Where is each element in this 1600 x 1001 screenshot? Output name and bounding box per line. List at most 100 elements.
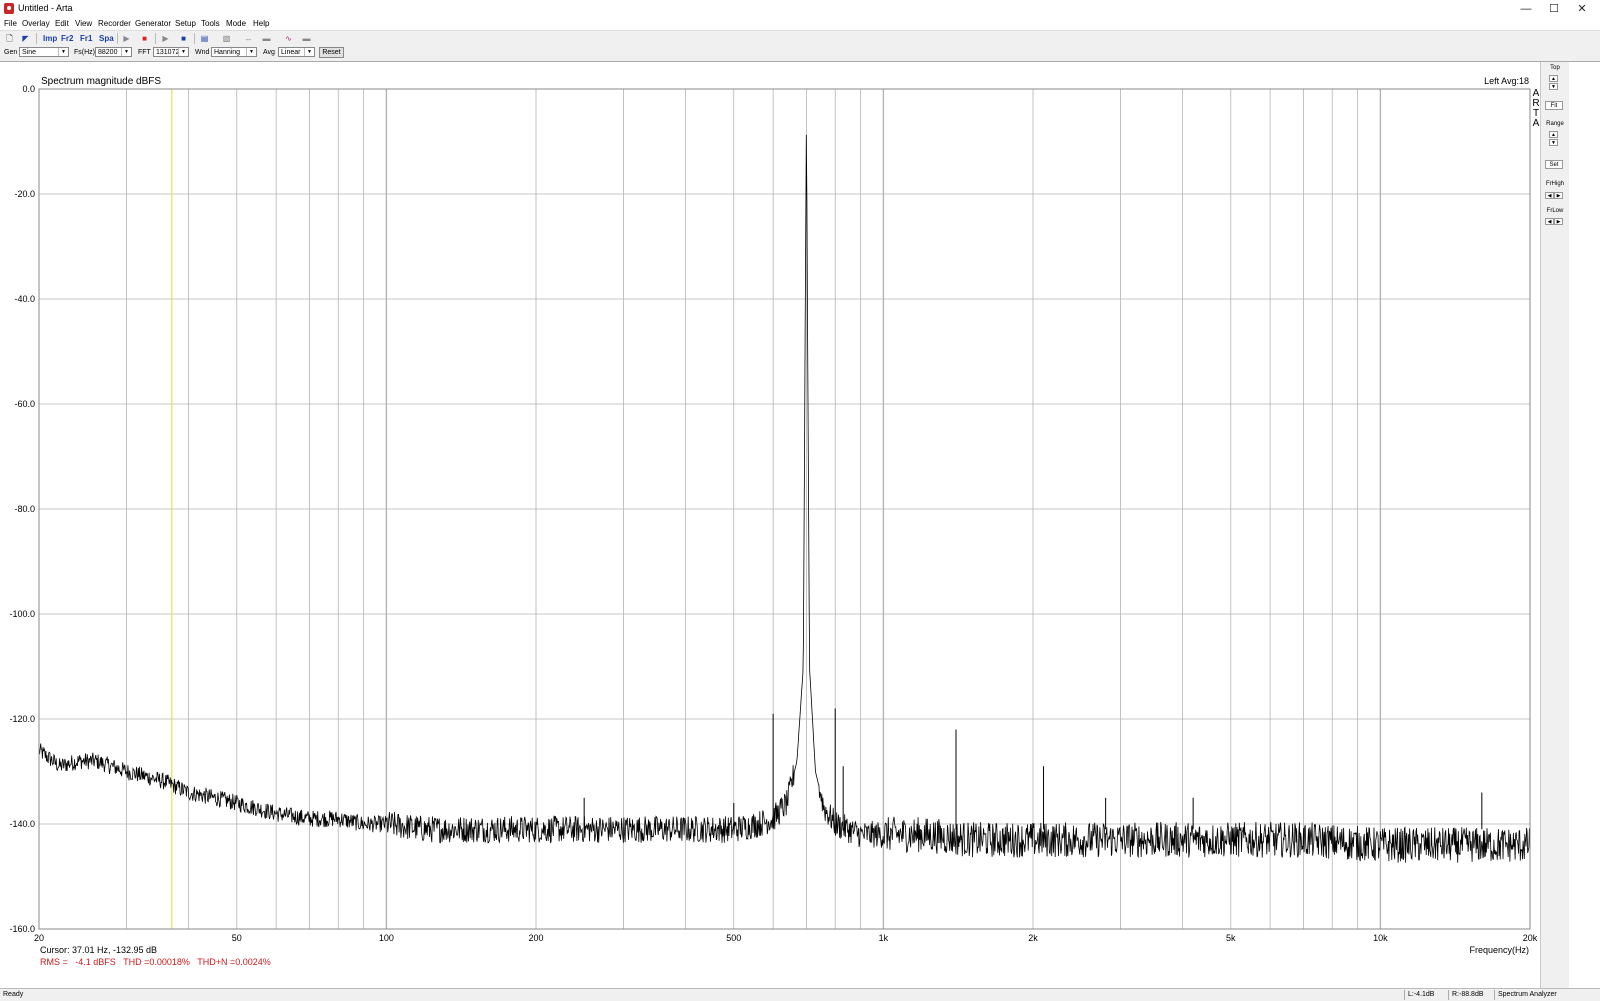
- frhigh-right-arrow-icon[interactable]: ▶: [1554, 192, 1563, 199]
- top-label: Top: [1550, 65, 1560, 71]
- x-tick-label: 100: [379, 933, 394, 943]
- gen-select[interactable]: Sine ▼: [19, 47, 69, 57]
- thd-readout: RMS = -4.1 dBFS THD =0.00018% THD+N =0.0…: [40, 957, 271, 967]
- new-file-icon[interactable]: 🗋: [4, 33, 15, 44]
- record-stop-icon[interactable]: ■: [139, 33, 150, 44]
- close-button[interactable]: ✕: [1568, 0, 1596, 18]
- fr1-mode-button[interactable]: Fr1: [80, 33, 92, 44]
- fs-select-value: 88200: [98, 49, 118, 56]
- fs-label: Fs(Hz): [74, 49, 95, 56]
- toolbar-separator: [194, 33, 195, 44]
- range-up-arrow-icon[interactable]: ▲: [1549, 131, 1558, 138]
- reset-button[interactable]: Reset: [319, 47, 344, 58]
- x-axis-title: Frequency(Hz): [1469, 945, 1529, 955]
- frlow-right-arrow-icon[interactable]: ▶: [1554, 218, 1563, 225]
- y-tick-label: -80.0: [14, 504, 35, 514]
- window-select[interactable]: Hanning ▼: [211, 47, 257, 57]
- spa-mode-button[interactable]: Spa: [99, 33, 114, 44]
- arta-app-icon: [4, 3, 14, 14]
- y-tick-label: -160.0: [9, 924, 35, 934]
- y-tick-label: -120.0: [9, 714, 35, 724]
- x-tick-label: 1k: [879, 933, 889, 943]
- settings-toolbar: Gen Sine ▼ Fs(Hz) 88200 ▼ FFT 131072 ▼ W…: [0, 45, 1600, 62]
- title-bar: Untitled - Arta — ☐ ✕: [0, 0, 1600, 19]
- menu-generator[interactable]: Generator: [135, 19, 171, 28]
- menu-overlay[interactable]: Overlay: [22, 19, 50, 28]
- x-tick-label: 20k: [1523, 933, 1538, 943]
- arta-brand-letter: A: [1533, 118, 1540, 129]
- menu-edit[interactable]: Edit: [55, 19, 69, 28]
- y-tick-label: -60.0: [14, 399, 35, 409]
- gen-select-value: Sine: [22, 49, 37, 56]
- dropdown-arrow-icon: ▼: [246, 48, 256, 56]
- menu-recorder[interactable]: Recorder: [98, 19, 131, 28]
- avg-label: Avg: [263, 49, 275, 56]
- x-tick-label: 2k: [1028, 933, 1038, 943]
- gen-label: Gen: [4, 49, 18, 56]
- avg-select[interactable]: Linear ▼: [278, 47, 315, 57]
- top-down-arrow-icon[interactable]: ▼: [1549, 83, 1558, 90]
- frhigh-left-arrow-icon[interactable]: ◀: [1545, 192, 1554, 199]
- printer-icon[interactable]: ▬: [301, 33, 312, 44]
- toolbar-separator: [155, 33, 156, 44]
- spectrum-plot-area[interactable]: 0.0 -20.0 -40.0 -60.0 -80.0 -100.0 -120.0 -140.…: [0, 62, 1540, 988]
- menu-setup[interactable]: Setup: [175, 19, 196, 28]
- fit-button[interactable]: Fit: [1545, 101, 1563, 110]
- menu-mode[interactable]: Mode: [226, 19, 246, 28]
- y-tick-label: -100.0: [9, 609, 35, 619]
- cursor-readout: Cursor: 37.01 Hz, -132.95 dB: [40, 945, 157, 955]
- fs-select[interactable]: 88200 ▼: [95, 47, 132, 57]
- imp-mode-button[interactable]: Imp: [43, 33, 57, 44]
- x-tick-label: 20: [34, 933, 44, 943]
- fft-select[interactable]: 131072 ▼: [153, 47, 189, 57]
- main-toolbar: 🗋 ◤ Imp Fr2 Fr1 Spa ▶ ■ ▶ ■ ▤ ▧ ↔ ▬ ∿ ▬: [0, 30, 1600, 46]
- set-button[interactable]: Set: [1545, 160, 1563, 169]
- plot-title: Spectrum magnitude dBFS: [41, 76, 161, 87]
- frlow-label: FrLow: [1546, 208, 1564, 214]
- link-icon[interactable]: ↔: [243, 33, 254, 44]
- generator-stop-icon[interactable]: ■: [178, 33, 189, 44]
- oscilloscope-icon[interactable]: ∿: [283, 33, 294, 44]
- dropdown-arrow-icon: ▼: [304, 48, 314, 56]
- generator-play-icon[interactable]: ▶: [160, 33, 171, 44]
- x-tick-label: 200: [528, 933, 543, 943]
- minimize-button[interactable]: —: [1512, 0, 1540, 18]
- x-tick-label: 10k: [1373, 933, 1388, 943]
- avg-select-value: Linear: [281, 49, 301, 56]
- spectrum-trace: [38, 134, 1531, 863]
- top-up-arrow-icon[interactable]: ▲: [1549, 75, 1558, 82]
- y-tick-label: -20.0: [14, 189, 35, 199]
- menu-file[interactable]: File: [4, 19, 17, 28]
- toolbar-separator: [36, 33, 37, 44]
- window-select-value: Hanning: [214, 49, 241, 56]
- y-tick-label: -140.0: [9, 819, 35, 829]
- fr2-mode-button[interactable]: Fr2: [61, 33, 73, 44]
- frlow-left-arrow-icon[interactable]: ◀: [1545, 218, 1554, 225]
- menu-help[interactable]: Help: [253, 19, 269, 28]
- status-mode: Spectrum Analyzer: [1494, 990, 1574, 1000]
- range-down-arrow-icon[interactable]: ▼: [1549, 139, 1558, 146]
- chart-abc-icon[interactable]: ▤: [199, 33, 210, 44]
- record-play-icon[interactable]: ▶: [121, 33, 132, 44]
- y-tick-label: -40.0: [14, 294, 35, 304]
- open-file-icon[interactable]: ◤: [20, 33, 31, 44]
- range-label: Range: [1546, 121, 1564, 127]
- keyboard-icon[interactable]: ▬: [261, 33, 272, 44]
- menu-bar: File Overlay Edit View Recorder Generato…: [0, 18, 1600, 30]
- spectrum-chart[interactable]: 0.0 -20.0 -40.0 -60.0 -80.0 -100.0 -120.0 -140.…: [0, 62, 1540, 988]
- status-right-level: R:-88.8dB: [1448, 990, 1494, 1000]
- maximize-button[interactable]: ☐: [1540, 0, 1568, 18]
- dropdown-arrow-icon: ▼: [58, 48, 68, 56]
- toolbar-separator: [117, 33, 118, 44]
- menu-tools[interactable]: Tools: [201, 19, 220, 28]
- overlay-icon[interactable]: ▧: [221, 33, 232, 44]
- trace-layer: [38, 134, 1531, 863]
- status-left-level: L:-4.1dB: [1404, 990, 1448, 1000]
- fft-select-value: 131072: [156, 49, 180, 56]
- status-bar: Ready L:-4.1dB R:-88.8dB Spectrum Analyz…: [0, 988, 1600, 1001]
- x-tick-label: 50: [232, 933, 242, 943]
- y-tick-label: 0.0: [22, 84, 35, 94]
- scale-control-panel: Top ▲ ▼ Fit Range ▲ ▼ Set FrHigh ◀ ▶ FrL…: [1540, 62, 1569, 988]
- menu-view[interactable]: View: [75, 19, 92, 28]
- frhigh-label: FrHigh: [1545, 181, 1564, 187]
